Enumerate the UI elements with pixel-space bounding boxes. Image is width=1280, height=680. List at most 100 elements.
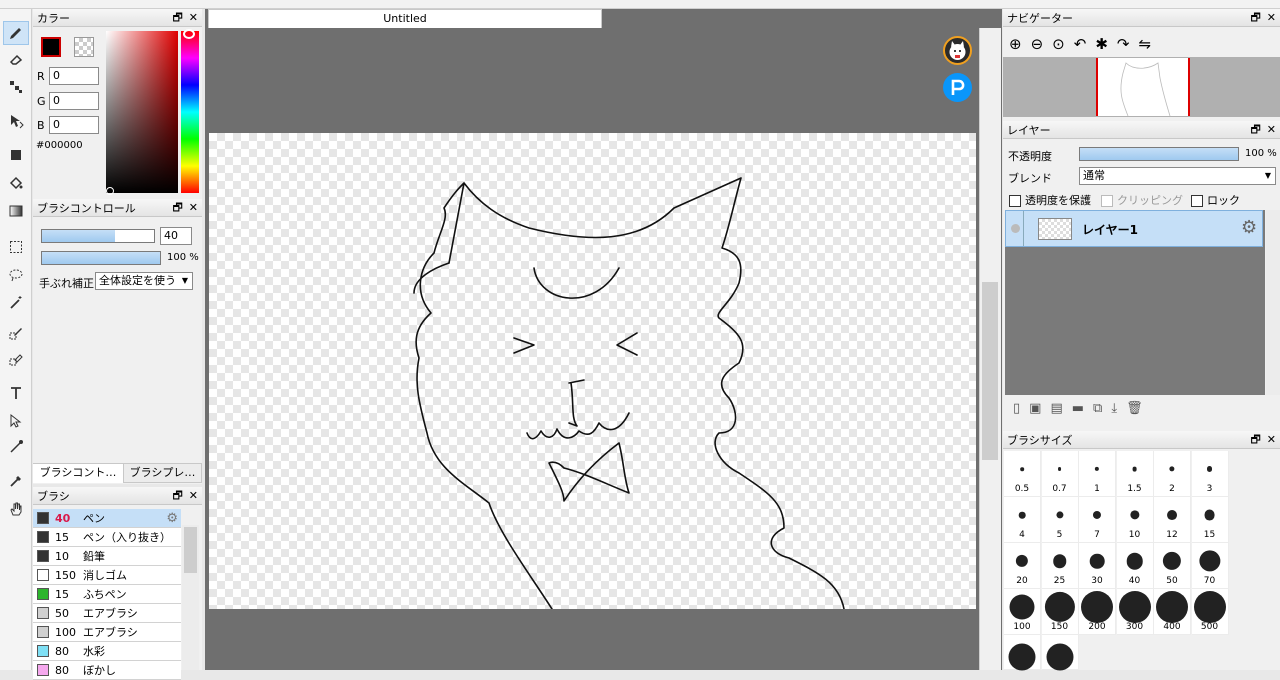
duplicate-layer-icon[interactable]: ⧉ [1093,401,1111,416]
brush-list-item[interactable]: 40 ペン ⚙ [33,509,181,528]
restore-icon[interactable]: 🗗 [1250,433,1260,447]
transparent-color-swatch[interactable] [74,37,94,57]
brush-list-item[interactable]: 150 消しゴム [33,566,181,585]
brush-size-cell[interactable]: 1.5 [1116,451,1154,497]
layer-list-scrollbar[interactable] [1266,210,1280,395]
brush-size-cell[interactable]: 70 [1191,543,1229,589]
brush-size-cell[interactable]: 7 [1079,497,1116,543]
delete-layer-icon[interactable]: 🗑 [1126,401,1152,416]
brush-size-cell[interactable]: 150 [1041,589,1079,635]
brush-size-cell[interactable]: 200 [1079,589,1116,635]
brush-size-cell[interactable]: 12 [1154,497,1191,543]
lasso-tool-icon[interactable] [3,263,29,287]
foreground-color-swatch[interactable] [41,37,61,57]
g-input[interactable]: 0 [49,92,99,110]
lock-checkbox[interactable]: ロック [1191,192,1240,208]
brush-size-cell[interactable]: 0.7 [1041,451,1079,497]
brush-size-cell[interactable]: 300 [1116,589,1154,635]
layer-opacity-slider[interactable] [1079,147,1239,161]
brush-list-item[interactable]: 80 水彩 [33,642,181,661]
divide-tool-icon[interactable] [3,435,29,459]
navigator-preview[interactable] [1003,57,1280,117]
tab-brush-preset[interactable]: ブラシプレ… [123,463,202,483]
eyedropper-tool-icon[interactable] [3,469,29,493]
clipping-checkbox[interactable]: クリッピング [1101,192,1183,208]
gradient-tool-icon[interactable] [3,199,29,223]
zoom-reset-icon[interactable]: ⊙ [1052,35,1074,53]
brush-size-cell[interactable] [1041,635,1079,671]
sv-picker-handle[interactable] [106,187,114,195]
stabilizer-dropdown[interactable]: 全体設定を使う ▼ [95,272,193,290]
hue-slider-handle[interactable] [183,29,195,39]
brush-list-scroll-thumb[interactable] [184,527,197,573]
close-icon[interactable]: ✕ [189,201,198,215]
rotate-reset-icon[interactable]: ✱ [1095,35,1117,53]
brush-list-item[interactable]: 80 ぼかし [33,661,181,680]
brush-size-cell[interactable]: 20 [1004,543,1041,589]
new-1bit-layer-icon[interactable]: ▤ [1050,401,1071,416]
brush-list-item[interactable]: 15 ふちペン [33,585,181,604]
hand-tool-icon[interactable] [3,497,29,521]
brush-size-cell[interactable]: 10 [1116,497,1154,543]
navigator-viewport[interactable] [1096,58,1190,117]
brush-size-cell[interactable]: 100 [1004,589,1041,635]
operation-tool-icon[interactable] [3,409,29,433]
r-input[interactable]: 0 [49,67,99,85]
dot-pattern-tool-icon[interactable] [3,75,29,99]
brush-list-item[interactable]: 15 ペン（入り抜き） [33,528,181,547]
document-tab[interactable]: Untitled [208,9,602,28]
rotate-right-icon[interactable]: ↷ [1117,35,1139,53]
text-tool-icon[interactable] [3,381,29,405]
close-icon[interactable]: ✕ [1267,11,1276,25]
zoom-in-icon[interactable]: ⊕ [1009,35,1031,53]
fill-rect-tool-icon[interactable] [3,143,29,167]
brush-size-input[interactable]: 40 [160,227,192,245]
brush-list-item[interactable]: 100 エアブラシ [33,623,181,642]
new-layer-icon[interactable]: ▯ [1013,401,1029,416]
brush-size-cell[interactable]: 40 [1116,543,1154,589]
close-icon[interactable]: ✕ [1267,123,1276,137]
restore-icon[interactable]: 🗗 [172,11,182,25]
new-folder-icon[interactable]: ▬ [1072,401,1093,416]
cat-mascot-icon[interactable] [943,36,972,65]
b-input[interactable]: 0 [49,116,99,134]
layer-row[interactable]: レイヤー1 ⚙ [1005,210,1263,247]
rotate-left-icon[interactable]: ↶ [1074,35,1096,53]
pen-tool-icon[interactable] [3,21,29,45]
saturation-value-picker[interactable] [106,31,178,193]
brush-opacity-slider[interactable] [41,251,161,265]
blend-mode-dropdown[interactable]: 通常 ▼ [1079,167,1276,185]
close-icon[interactable]: ✕ [1267,433,1276,447]
brush-size-cell[interactable]: 500 [1191,589,1229,635]
restore-icon[interactable]: 🗗 [172,201,182,215]
brush-list-item[interactable]: 10 鉛筆 [33,547,181,566]
layer-visibility-icon[interactable] [1011,224,1020,233]
close-icon[interactable]: ✕ [189,11,198,25]
new-8bit-layer-icon[interactable]: ▣ [1029,401,1050,416]
pixiv-icon[interactable] [943,73,972,102]
select-eraser-tool-icon[interactable] [3,347,29,371]
brush-size-cell[interactable]: 4 [1004,497,1041,543]
brush-size-cell[interactable]: 1 [1079,451,1116,497]
brush-size-cell[interactable]: 25 [1041,543,1079,589]
brush-size-cell[interactable]: 2 [1154,451,1191,497]
move-tool-icon[interactable] [3,109,29,133]
restore-icon[interactable]: 🗗 [1250,11,1260,25]
close-icon[interactable]: ✕ [189,489,198,503]
layer-settings-gear-icon[interactable]: ⚙ [1241,217,1257,238]
restore-icon[interactable]: 🗗 [1250,123,1260,137]
hue-slider[interactable] [181,31,199,193]
brush-size-cell[interactable]: 50 [1154,543,1191,589]
restore-icon[interactable]: 🗗 [172,489,182,503]
eraser-tool-icon[interactable] [3,47,29,71]
magic-wand-tool-icon[interactable] [3,291,29,315]
brush-size-slider[interactable] [41,229,155,243]
brush-size-cell[interactable]: 5 [1041,497,1079,543]
brush-size-cell[interactable] [1004,635,1041,671]
zoom-out-icon[interactable]: ⊖ [1031,35,1053,53]
brush-size-cell[interactable]: 15 [1191,497,1229,543]
bucket-tool-icon[interactable] [3,171,29,195]
drawing-canvas[interactable] [209,133,976,609]
select-pen-tool-icon[interactable] [3,321,29,345]
brush-settings-gear-icon[interactable]: ⚙ [166,511,178,526]
